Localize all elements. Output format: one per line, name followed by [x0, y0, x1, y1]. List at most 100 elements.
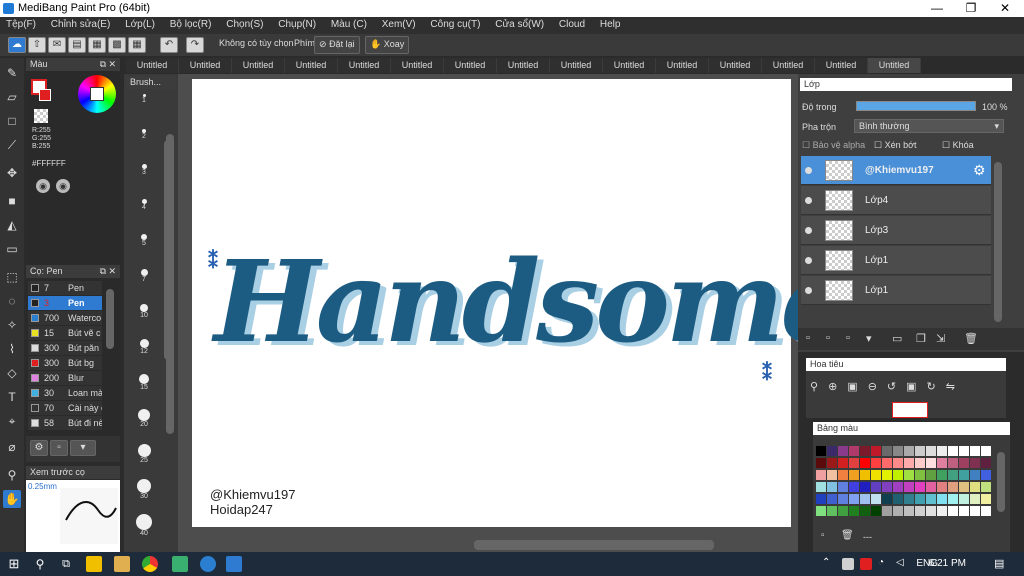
menu-select[interactable]: Chọn(S): [226, 17, 263, 30]
snap-option-label[interactable]: Không có tùy chọn: [219, 38, 294, 48]
operation-tool-icon[interactable]: ⌖: [3, 412, 21, 430]
palette-swatch[interactable]: [838, 482, 848, 492]
palette-swatch[interactable]: [959, 482, 969, 492]
eye-icon[interactable]: [805, 167, 812, 174]
palette-swatch[interactable]: [849, 470, 859, 480]
eye-icon[interactable]: [805, 257, 812, 264]
brush-menu-icon[interactable]: ▾: [70, 440, 96, 456]
transparent-swatch[interactable]: [34, 109, 48, 123]
antivirus-icon[interactable]: [860, 558, 872, 570]
layer-row[interactable]: Lớp1: [801, 246, 991, 275]
palette-swatch[interactable]: [860, 494, 870, 504]
menu-file[interactable]: Tệp(F): [6, 17, 36, 30]
tab-untitled[interactable]: Untitled: [709, 58, 762, 73]
palette-swatch[interactable]: [926, 446, 936, 456]
menu-filter[interactable]: Bộ lọc(R): [170, 17, 212, 30]
palette-swatch[interactable]: [893, 458, 903, 468]
palette-swatch[interactable]: [816, 506, 826, 516]
opacity-slider[interactable]: [856, 101, 976, 111]
layer-row[interactable]: @Khiemvu197 ⚙: [801, 156, 991, 185]
palette-swatch[interactable]: [937, 506, 947, 516]
palette-swatch[interactable]: [849, 446, 859, 456]
palette-swatch[interactable]: [904, 470, 914, 480]
navigator-thumbnail[interactable]: [892, 402, 928, 418]
palette-swatch[interactable]: [959, 446, 969, 456]
grid-icon[interactable]: ▩: [108, 37, 126, 53]
lock-checkbox[interactable]: ☐ Khóa: [942, 140, 974, 151]
palette-swatch[interactable]: [838, 506, 848, 516]
palette-swatch[interactable]: [860, 470, 870, 480]
layer-row[interactable]: Lớp3: [801, 216, 991, 245]
palette-swatch[interactable]: [882, 494, 892, 504]
palette-swatch[interactable]: [838, 470, 848, 480]
brush-size-option[interactable]: 12: [130, 339, 158, 355]
brush-tool-icon[interactable]: ✎: [3, 64, 21, 82]
menu-color[interactable]: Màu (C): [331, 17, 367, 30]
tab-untitled[interactable]: Untitled: [126, 58, 179, 73]
palette-swatch[interactable]: [871, 494, 881, 504]
palette-swatch[interactable]: [860, 458, 870, 468]
palette-swatch[interactable]: [849, 494, 859, 504]
zoom-fit-icon[interactable]: ⚲: [810, 381, 828, 393]
palette-swatch[interactable]: [959, 470, 969, 480]
popout-icon[interactable]: ⧉: [100, 58, 106, 71]
palette-swatch[interactable]: [849, 482, 859, 492]
line-tool-icon[interactable]: ⟋: [3, 136, 21, 154]
tab-untitled[interactable]: Untitled: [815, 58, 868, 73]
brush-size-option[interactable]: 20: [130, 409, 158, 428]
palette-swatch[interactable]: [915, 506, 925, 516]
add-palette-icon[interactable]: ◉: [56, 179, 70, 193]
palette-swatch[interactable]: [871, 446, 881, 456]
brush-size-option[interactable]: 10: [130, 304, 158, 319]
palette-swatch[interactable]: [926, 458, 936, 468]
palette-swatch[interactable]: [860, 446, 870, 456]
palette-swatch[interactable]: [915, 482, 925, 492]
layer-row[interactable]: Lớp1: [801, 276, 991, 305]
palette-swatch[interactable]: [827, 458, 837, 468]
palette-swatch[interactable]: [893, 482, 903, 492]
palette-swatch[interactable]: [860, 506, 870, 516]
palette-swatch[interactable]: [893, 470, 903, 480]
rotate-right-icon[interactable]: ↻: [927, 381, 946, 393]
palette-swatch[interactable]: [926, 506, 936, 516]
brush-item[interactable]: 300 Bút bg: [28, 356, 102, 370]
palette-icon[interactable]: ◉: [36, 179, 50, 193]
palette-swatch[interactable]: [970, 446, 980, 456]
palette-swatch[interactable]: [937, 494, 947, 504]
notification-icon[interactable]: ▤: [994, 557, 1004, 570]
eye-icon[interactable]: [805, 227, 812, 234]
brush-item[interactable]: 30 Loan mà: [28, 386, 102, 400]
palette-swatch[interactable]: [937, 482, 947, 492]
palette-swatch[interactable]: [871, 458, 881, 468]
delete-layer-icon[interactable]: 🗑: [964, 332, 978, 345]
tab-untitled[interactable]: Untitled: [550, 58, 603, 73]
palette-swatch[interactable]: [882, 458, 892, 468]
brush-item[interactable]: 15 Bút vẽ c: [28, 326, 102, 340]
bucket-tool-icon[interactable]: ◭: [3, 216, 21, 234]
menu-window[interactable]: Cửa sổ(W): [495, 17, 544, 30]
tab-untitled[interactable]: Untitled: [338, 58, 391, 73]
palette-swatch[interactable]: [827, 446, 837, 456]
palette-swatch[interactable]: [838, 446, 848, 456]
palette-swatch[interactable]: [959, 494, 969, 504]
palette-swatch[interactable]: [882, 446, 892, 456]
palette-swatch[interactable]: [915, 470, 925, 480]
tab-untitled-active[interactable]: Untitled: [868, 58, 921, 73]
palette-swatch[interactable]: [849, 506, 859, 516]
palette-swatch[interactable]: [893, 446, 903, 456]
zoom-out-icon[interactable]: ⊖: [868, 381, 887, 393]
hand-tool-icon[interactable]: ✋: [3, 490, 21, 508]
palette-swatch[interactable]: [937, 458, 947, 468]
eraser-tool-icon[interactable]: ▱: [3, 88, 21, 106]
shape-tool-icon[interactable]: □: [3, 112, 21, 130]
tab-untitled[interactable]: Untitled: [285, 58, 338, 73]
chat-icon[interactable]: ✉: [48, 37, 66, 53]
zoom-in-icon[interactable]: ⊕: [828, 381, 847, 393]
palette-swatch[interactable]: [970, 470, 980, 480]
select-pen-icon[interactable]: ⌇: [3, 340, 21, 358]
close-icon[interactable]: ✕: [108, 58, 116, 71]
tab-untitled[interactable]: Untitled: [232, 58, 285, 73]
brush-item[interactable]: 200 Blur: [28, 371, 102, 385]
menu-cloud[interactable]: Cloud: [559, 17, 585, 30]
brush-size-option[interactable]: 5: [130, 234, 158, 247]
